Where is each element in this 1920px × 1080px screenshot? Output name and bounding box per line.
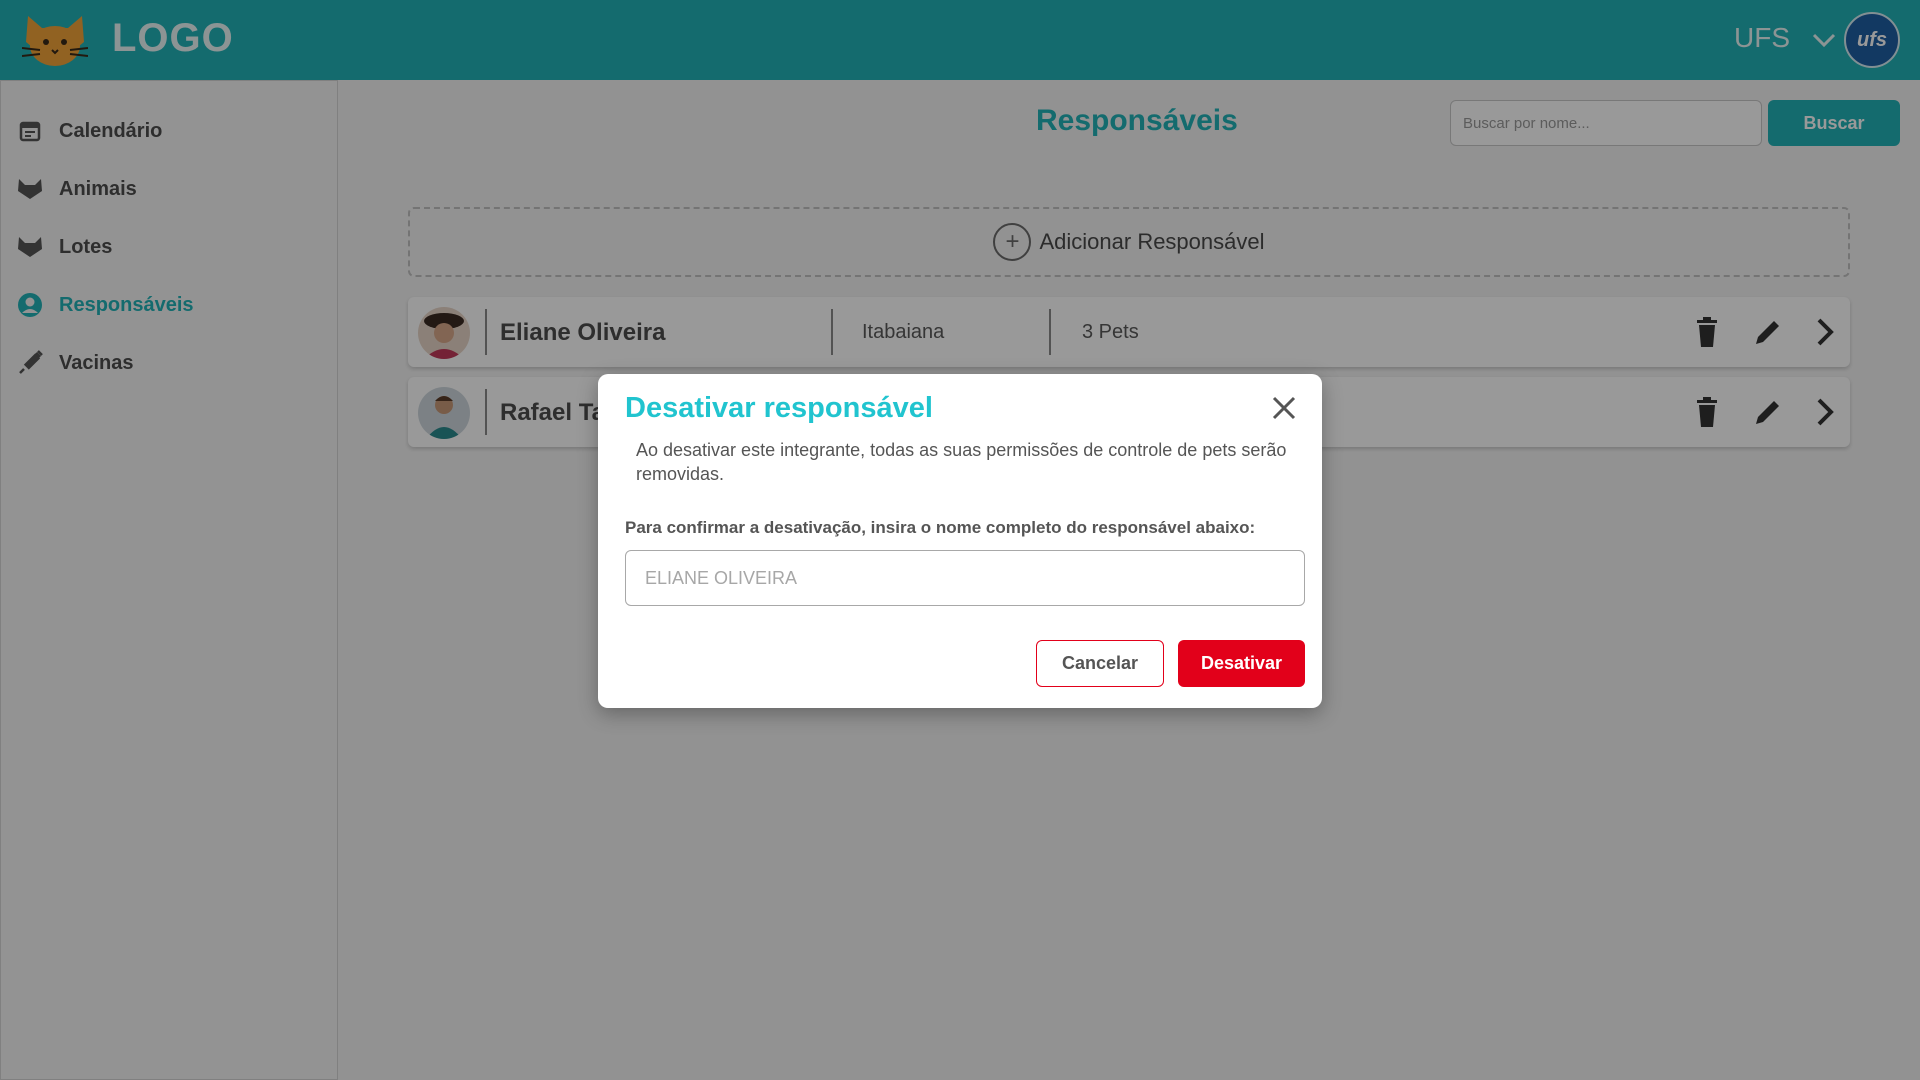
dialog-description: Ao desativar este integrante, todas as s… [636, 440, 1287, 484]
deactivate-button[interactable]: Desativar [1178, 640, 1305, 687]
cancel-button[interactable]: Cancelar [1036, 640, 1164, 687]
confirm-name-input[interactable] [625, 550, 1305, 606]
confirm-name-label: Para confirmar a desativação, insira o n… [625, 518, 1256, 537]
dialog-title: Desativar responsável [625, 392, 933, 424]
close-icon[interactable] [1266, 390, 1302, 426]
deactivate-dialog: Desativar responsável Ao desativar este … [598, 374, 1322, 708]
